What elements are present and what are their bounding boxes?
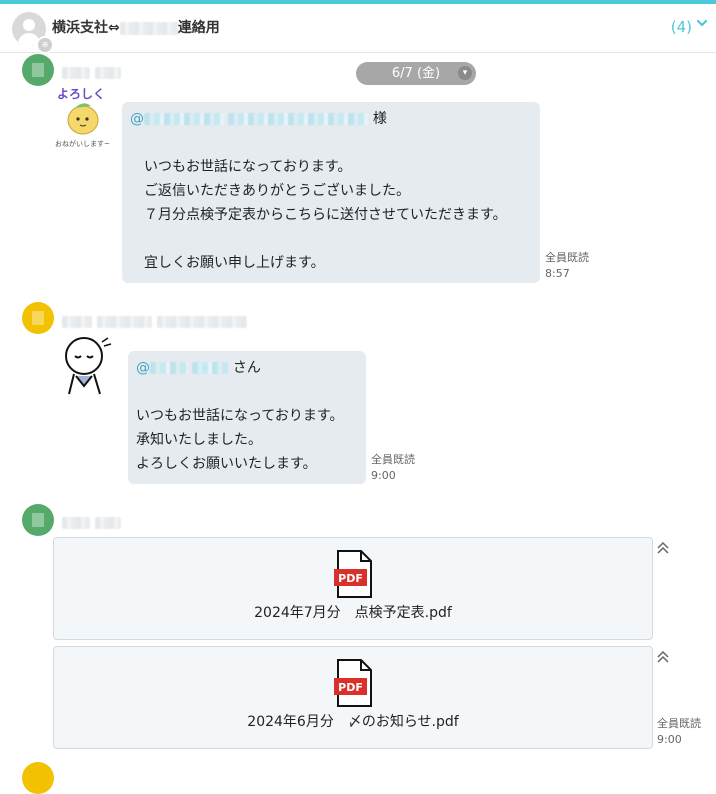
file-type-label: PDF (338, 681, 363, 694)
read-receipt: 全員既読 9:00 (371, 452, 415, 484)
honorific: 様 (372, 111, 387, 127)
date-divider[interactable]: 6/7 (金) ▾ (356, 62, 476, 85)
chat-title-suffix: 連絡用 (177, 20, 220, 36)
message-line: 宜しくお願い申し上げます。 (144, 255, 325, 271)
message-line: ご返信いただきありがとうございました。 (144, 183, 410, 199)
sender-name (62, 311, 248, 328)
message-bubble[interactable]: @ さん いつもお世話になっております。 承知いたしました。 よろしくお願いいた… (128, 351, 366, 484)
sticker-text-top: よろしく (57, 87, 105, 101)
double-chevron-up-icon[interactable] (656, 541, 670, 556)
sender-avatar[interactable] (22, 54, 54, 86)
read-status: 全員既読 (657, 717, 701, 730)
message-bubble[interactable]: @ 様 いつもお世話になっております。 ご返信いただきありがとうございました。 … (122, 102, 540, 283)
pdf-file-icon: PDF (334, 659, 374, 707)
mention-line: @ さん (136, 356, 261, 380)
honorific: さん (232, 360, 261, 376)
chat-header: ⊕ 横浜支社⇔ 連絡用 (4) (0, 4, 716, 54)
message-line: 承知いたしました。 (136, 432, 262, 448)
file-attachment[interactable]: PDF 2024年6月分 〆のお知らせ.pdf (53, 646, 653, 749)
group-badge-icon: ⊕ (36, 36, 54, 54)
sender-avatar[interactable] (22, 504, 54, 536)
file-attachment[interactable]: PDF 2024年7月分 点検予定表.pdf (53, 537, 653, 640)
mention-at[interactable]: @ (130, 111, 144, 127)
read-status: 全員既読 (371, 453, 415, 466)
chevron-down-icon[interactable] (696, 17, 708, 33)
double-chevron-up-icon[interactable] (656, 650, 670, 665)
pdf-file-icon: PDF (334, 550, 374, 598)
read-status: 全員既読 (545, 251, 589, 264)
sticker-text-bottom: おねがいします~ (55, 139, 110, 148)
file-name[interactable]: 2024年6月分 〆のお知らせ.pdf (54, 711, 652, 731)
mention-line: @ 様 (130, 107, 387, 131)
message-line: いつもお世話になっております。 (144, 159, 352, 175)
mention-at[interactable]: @ (136, 360, 150, 376)
sender-avatar[interactable] (22, 302, 54, 334)
redacted-company (119, 21, 178, 35)
message-time: 8:57 (545, 267, 570, 280)
message-time: 9:00 (657, 733, 682, 746)
file-type-label: PDF (338, 572, 363, 585)
file-name[interactable]: 2024年7月分 点検予定表.pdf (54, 602, 652, 622)
sender-name (62, 512, 122, 529)
message-line: いつもお世話になっております。 (136, 408, 344, 424)
member-count[interactable]: (4) (671, 18, 692, 36)
sender-avatar[interactable] (22, 762, 54, 794)
chevron-down-icon[interactable]: ▾ (458, 66, 472, 80)
date-label: 6/7 (金) (391, 66, 441, 81)
read-receipt: 全員既読 8:57 (545, 250, 589, 282)
message-line: よろしくお願いいたします。 (136, 456, 317, 472)
message-time: 9:00 (371, 469, 396, 482)
message-line: ７月分点検予定表からこちらに送付させていただきます。 (144, 207, 507, 223)
chat-title: 横浜支社⇔ 連絡用 (52, 17, 220, 37)
chat-title-prefix: 横浜支社⇔ (52, 20, 120, 36)
read-receipt: 全員既読 9:00 (657, 716, 701, 748)
sleepy-face-sticker (54, 334, 120, 398)
yoroshiku-sticker: よろしく おねがいします~ (53, 86, 113, 150)
sender-name (62, 62, 122, 79)
